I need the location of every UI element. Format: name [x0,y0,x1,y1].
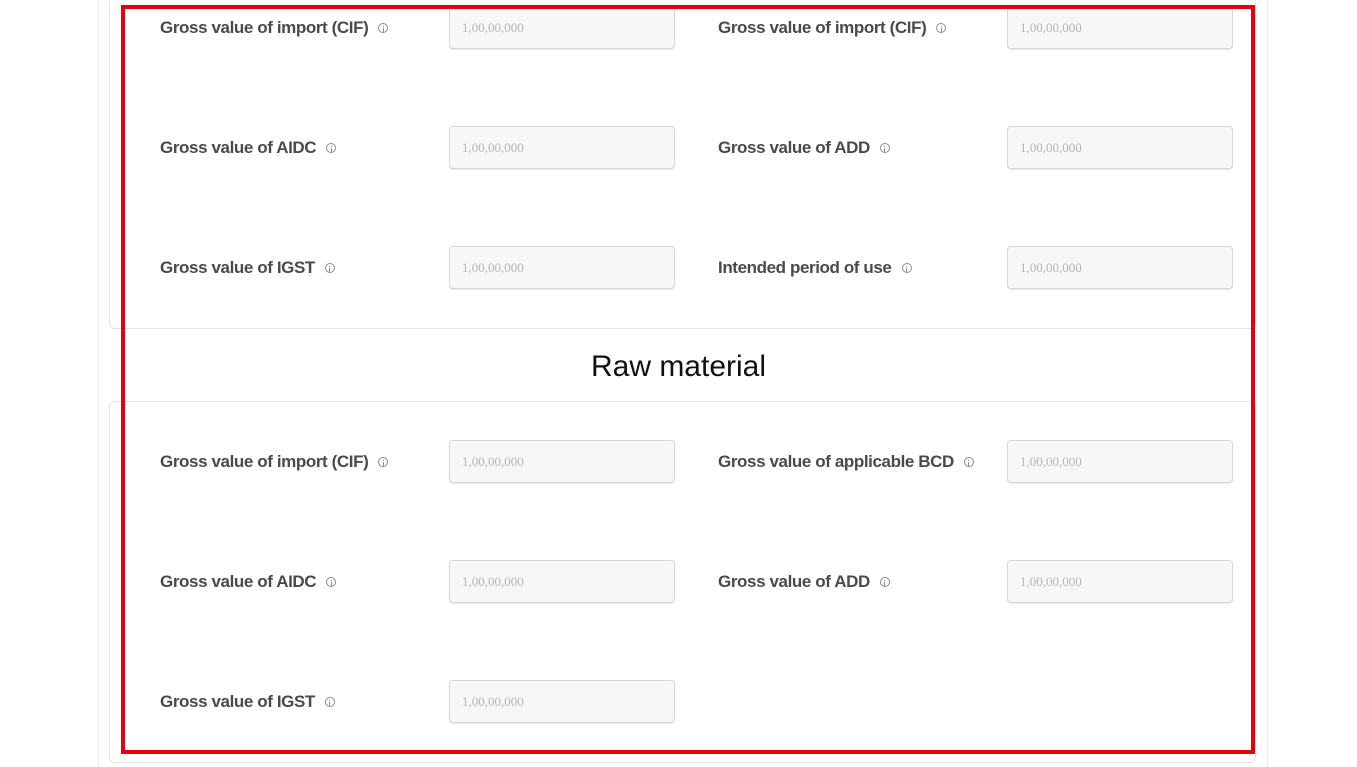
rm-field-label-bcd: Gross value of applicable BCD [718,441,974,483]
field-label-aidc: Gross value of AIDC [160,127,337,169]
section-title-raw-material: Raw material [590,350,767,383]
field-label-text: Gross value of AIDC [160,572,317,591]
info-icon[interactable] [879,143,890,153]
info-icon[interactable] [324,697,335,707]
rm-field-label-aidc: Gross value of AIDC [160,561,337,603]
field-label-text: Intended period of use [718,258,892,277]
field-label-intended-period: Intended period of use [718,247,912,289]
rm-import-cif-input[interactable] [449,440,675,483]
rm-field-label-import-cif: Gross value of import (CIF) [160,441,389,483]
field-label-add: Gross value of ADD [718,127,890,169]
field-label-text: Gross value of import (CIF) [160,452,369,471]
field-label-text: Gross value of ADD [718,572,870,591]
info-icon[interactable] [879,577,890,587]
info-icon[interactable] [326,577,337,587]
info-icon[interactable] [378,23,389,33]
page: Gross value of import (CIF) Gross value … [0,0,1357,767]
import-cif-2-input[interactable] [1007,6,1233,49]
field-label-import-cif-2: Gross value of import (CIF) [718,7,947,49]
field-label-import-cif: Gross value of import (CIF) [160,7,389,49]
field-label-text: Gross value of applicable BCD [718,452,954,471]
field-label-text: Gross value of import (CIF) [718,18,927,37]
info-icon[interactable] [326,143,337,153]
info-icon[interactable] [324,263,335,273]
rm-field-label-add: Gross value of ADD [718,561,890,603]
aidc-input[interactable] [449,126,675,169]
field-label-text: Gross value of IGST [160,692,315,711]
field-label-text: Gross value of AIDC [160,138,317,157]
field-label-text: Gross value of ADD [718,138,870,157]
rm-bcd-input[interactable] [1007,440,1233,483]
info-icon[interactable] [936,23,947,33]
field-label-text: Gross value of import (CIF) [160,18,369,37]
rm-add-input[interactable] [1007,560,1233,603]
info-icon[interactable] [901,263,912,273]
info-icon[interactable] [963,457,974,467]
import-cif-input[interactable] [449,6,675,49]
rm-aidc-input[interactable] [449,560,675,603]
field-label-igst: Gross value of IGST [160,247,335,289]
intended-period-input[interactable] [1007,246,1233,289]
rm-igst-input[interactable] [449,680,675,723]
rm-field-label-igst: Gross value of IGST [160,681,335,723]
info-icon[interactable] [378,457,389,467]
igst-input[interactable] [449,246,675,289]
add-input[interactable] [1007,126,1233,169]
field-label-text: Gross value of IGST [160,258,315,277]
